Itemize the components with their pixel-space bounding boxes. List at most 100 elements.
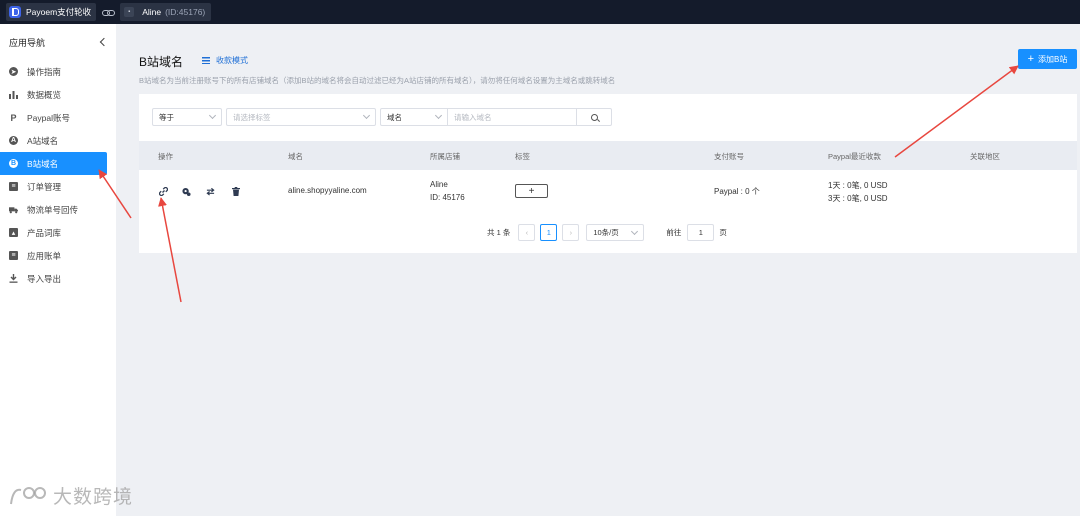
- column-header: 操作: [158, 152, 173, 161]
- main-content: B站域名 收款模式 B站域名为当前注册账号下的所有店铺域名（添加B站的域名将会自…: [116, 24, 1080, 516]
- id-card-icon: ▴: [9, 228, 18, 237]
- table-row: aline.shopyyaline.com Aline ID: 45176 + …: [139, 170, 1077, 216]
- filter-bar: 等于 请选择标签 域名 请输入域名: [152, 108, 612, 126]
- sidebar-item-a-domain[interactable]: A A站域名: [0, 129, 107, 152]
- domain-table-panel: 等于 请选择标签 域名 请输入域名 操作 域名 所属店铺 标签 支付账号 Pay…: [139, 94, 1077, 253]
- domain-search-placeholder: 请输入域名: [454, 112, 492, 122]
- link-icon[interactable]: [159, 187, 168, 196]
- sidebar-item-billing[interactable]: ≡ 应用账单: [0, 244, 107, 267]
- field-value: 域名: [387, 112, 402, 122]
- pagination-total: 共 1 条: [487, 228, 511, 237]
- app-name: Payoem支付轮收: [26, 7, 92, 17]
- prev-page-button[interactable]: ‹: [518, 224, 536, 241]
- add-tag-button[interactable]: +: [515, 184, 548, 198]
- sidebar-title: 应用导航: [9, 37, 46, 48]
- truck-icon: [9, 205, 18, 214]
- sidebar-item-products[interactable]: ▴ 产品词库: [0, 221, 107, 244]
- payment-mode-link[interactable]: 收款模式: [202, 55, 248, 66]
- chevron-down-icon: [208, 111, 217, 120]
- page-title: B站域名: [139, 55, 184, 69]
- payment-account-cell: Paypal : 0 个: [714, 187, 760, 196]
- letter-b-icon: B: [9, 159, 18, 168]
- link-icon[interactable]: [102, 6, 116, 18]
- column-header: 支付账号: [714, 152, 744, 161]
- page-suffix: 页: [719, 228, 727, 237]
- page-size-value: 10条/页: [593, 228, 619, 237]
- goto-page-input[interactable]: 1: [687, 224, 715, 241]
- table-header: 操作 域名 所属店铺 标签 支付账号 Paypal最近收款 关联地区: [139, 141, 1077, 170]
- sidebar-item-overview[interactable]: 数据概览: [0, 83, 107, 106]
- sidebar-item-import-export[interactable]: 导入导出: [0, 267, 107, 290]
- settings-key-icon[interactable]: [182, 187, 191, 196]
- plus-icon: +: [1027, 52, 1035, 65]
- paypal-icon: P: [10, 112, 17, 123]
- column-header: Paypal最近收款: [828, 152, 881, 161]
- store-name-cell: Aline: [430, 180, 448, 189]
- watermark-logo-icon: [10, 486, 46, 504]
- operator-select[interactable]: 等于: [152, 108, 222, 126]
- page-description: B站域名为当前注册账号下的所有店铺域名（添加B站的域名将会自动过滤已经为A站店铺…: [139, 76, 616, 85]
- sidebar-item-label: 数据概览: [27, 89, 62, 100]
- column-header: 关联地区: [970, 152, 1000, 161]
- watermark: 大数跨境: [9, 482, 133, 509]
- letter-a-icon: A: [9, 136, 18, 145]
- recent-1-day-cell: 1天 : 0笔, 0 USD: [828, 181, 888, 190]
- column-header: 标签: [515, 152, 530, 161]
- add-b-site-button[interactable]: + 添加B站: [1018, 49, 1077, 69]
- store-name: Aline: [142, 7, 162, 17]
- sidebar-item-label: A站域名: [27, 135, 59, 146]
- sidebar-item-label: B站域名: [27, 158, 59, 169]
- sidebar: 应用导航 ➤ 操作指南 数据概览 P Paypal账号 A A站域名 B B站域…: [0, 24, 116, 516]
- sidebar-header: 应用导航: [0, 24, 116, 60]
- search-button[interactable]: [577, 108, 612, 126]
- sidebar-item-label: 产品词库: [27, 227, 62, 238]
- chevron-down-icon: [434, 111, 443, 120]
- page-number-button[interactable]: 1: [540, 224, 558, 241]
- chevron-down-icon: [362, 111, 371, 120]
- sidebar-item-label: 订单管理: [27, 181, 62, 192]
- store-avatar-icon: ▪: [124, 7, 135, 17]
- sidebar-item-label: 操作指南: [27, 66, 62, 77]
- column-header: 域名: [288, 152, 303, 161]
- tag-select-placeholder: 请选择标签: [233, 112, 271, 122]
- top-bar: Payoem支付轮收 ▪ Aline (ID:45176): [0, 0, 1080, 24]
- clipboard-icon: ≡: [9, 182, 18, 191]
- domain-cell: aline.shopyyaline.com: [288, 186, 367, 195]
- sidebar-item-paypal[interactable]: P Paypal账号: [0, 106, 107, 129]
- search-icon: [590, 113, 598, 121]
- next-page-button[interactable]: ›: [562, 224, 580, 241]
- domain-search-input[interactable]: 请输入域名: [448, 108, 577, 126]
- app-switcher[interactable]: Payoem支付轮收: [6, 3, 97, 21]
- sidebar-item-label: Paypal账号: [27, 112, 70, 123]
- chevron-down-icon: [631, 227, 639, 235]
- sidebar-item-b-domain[interactable]: B B站域名: [0, 152, 107, 175]
- store-switcher[interactable]: ▪ Aline (ID:45176): [120, 3, 212, 21]
- sidebar-item-guide[interactable]: ➤ 操作指南: [0, 60, 107, 83]
- sidebar-item-label: 物流单号回传: [27, 204, 79, 215]
- recent-3-day-cell: 3天 : 0笔, 0 USD: [828, 194, 888, 203]
- store-id-cell: ID: 45176: [430, 193, 465, 202]
- compass-icon: ➤: [9, 67, 18, 76]
- tag-select[interactable]: 请选择标签: [226, 108, 376, 126]
- page-size-select[interactable]: 10条/页: [586, 224, 645, 241]
- delete-trash-icon[interactable]: [231, 187, 240, 196]
- watermark-text: 大数跨境: [53, 486, 134, 508]
- sidebar-item-tracking[interactable]: 物流单号回传: [0, 198, 107, 221]
- list-icon: [202, 57, 210, 64]
- sidebar-item-orders[interactable]: ≡ 订单管理: [0, 175, 107, 198]
- pagination: 共 1 条 ‹ 1 › 10条/页 前往 1 页: [487, 224, 727, 241]
- store-id: (ID:45176): [165, 7, 206, 17]
- payment-mode-label: 收款模式: [216, 56, 248, 65]
- goto-label: 前往: [666, 228, 682, 237]
- sidebar-item-label: 应用账单: [27, 250, 62, 261]
- download-icon: [9, 274, 18, 283]
- bar-chart-icon: [9, 90, 18, 99]
- sidebar-item-label: 导入导出: [27, 273, 62, 284]
- switch-arrows-icon[interactable]: [206, 187, 215, 196]
- field-select[interactable]: 域名: [380, 108, 448, 126]
- operator-value: 等于: [159, 112, 174, 122]
- column-header: 所属店铺: [430, 152, 460, 161]
- add-b-site-label: 添加B站: [1038, 54, 1068, 64]
- collapse-chevron-icon[interactable]: [99, 37, 109, 47]
- plus-icon: +: [528, 185, 535, 197]
